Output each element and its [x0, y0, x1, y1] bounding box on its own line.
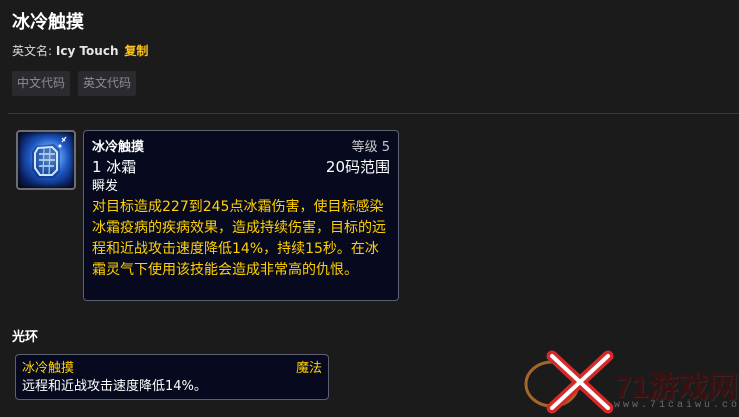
spell-detail-page: 冰冷触摸 英文名: Icy Touch 复制 中文代码 英文代码 冰冷触摸 等级… [0, 0, 739, 417]
spell-tooltip: 冰冷触摸 等级 5 1 冰霜 20码范围 瞬发 对目标造成227到245点冰霜伤… [83, 130, 399, 301]
english-code-button[interactable]: 英文代码 [78, 71, 137, 96]
site-watermark: 71游戏网 www.71caiwu.com [522, 348, 739, 417]
code-button-group: 中文代码 英文代码 [12, 71, 137, 96]
spell-cost: 1 冰霜 [92, 158, 137, 176]
spell-level: 等级 5 [351, 140, 390, 155]
english-name-row: 英文名: Icy Touch 复制 [12, 42, 148, 59]
chinese-code-button[interactable]: 中文代码 [12, 71, 71, 96]
aura-description: 远程和近战攻击速度降低14%。 [22, 379, 207, 394]
watermark-url: www.71caiwu.com [614, 400, 739, 411]
english-name-label: 英文名: [12, 44, 53, 58]
spell-range: 20码范围 [325, 158, 390, 176]
aura-type: 魔法 [295, 361, 322, 376]
page-title: 冰冷触摸 [12, 12, 84, 33]
aura-name: 冰冷触摸 [22, 361, 75, 376]
section-divider [8, 113, 739, 114]
aura-heading: 光环 [12, 330, 39, 345]
copy-link[interactable]: 复制 [124, 44, 148, 58]
aura-tooltip: 冰冷触摸 魔法 远程和近战攻击速度降低14%。 [15, 354, 329, 400]
spell-description: 对目标造成227到245点冰霜伤害，使目标感染冰霜疫病的疾病效果，造成持续伤害，… [92, 199, 386, 278]
english-name-value: Icy Touch [55, 44, 119, 58]
spell-name: 冰冷触摸 [92, 140, 145, 155]
watermark-logo-icon [524, 350, 614, 414]
spell-cast-time: 瞬发 [92, 179, 119, 194]
frost-fist-icon [16, 130, 76, 190]
